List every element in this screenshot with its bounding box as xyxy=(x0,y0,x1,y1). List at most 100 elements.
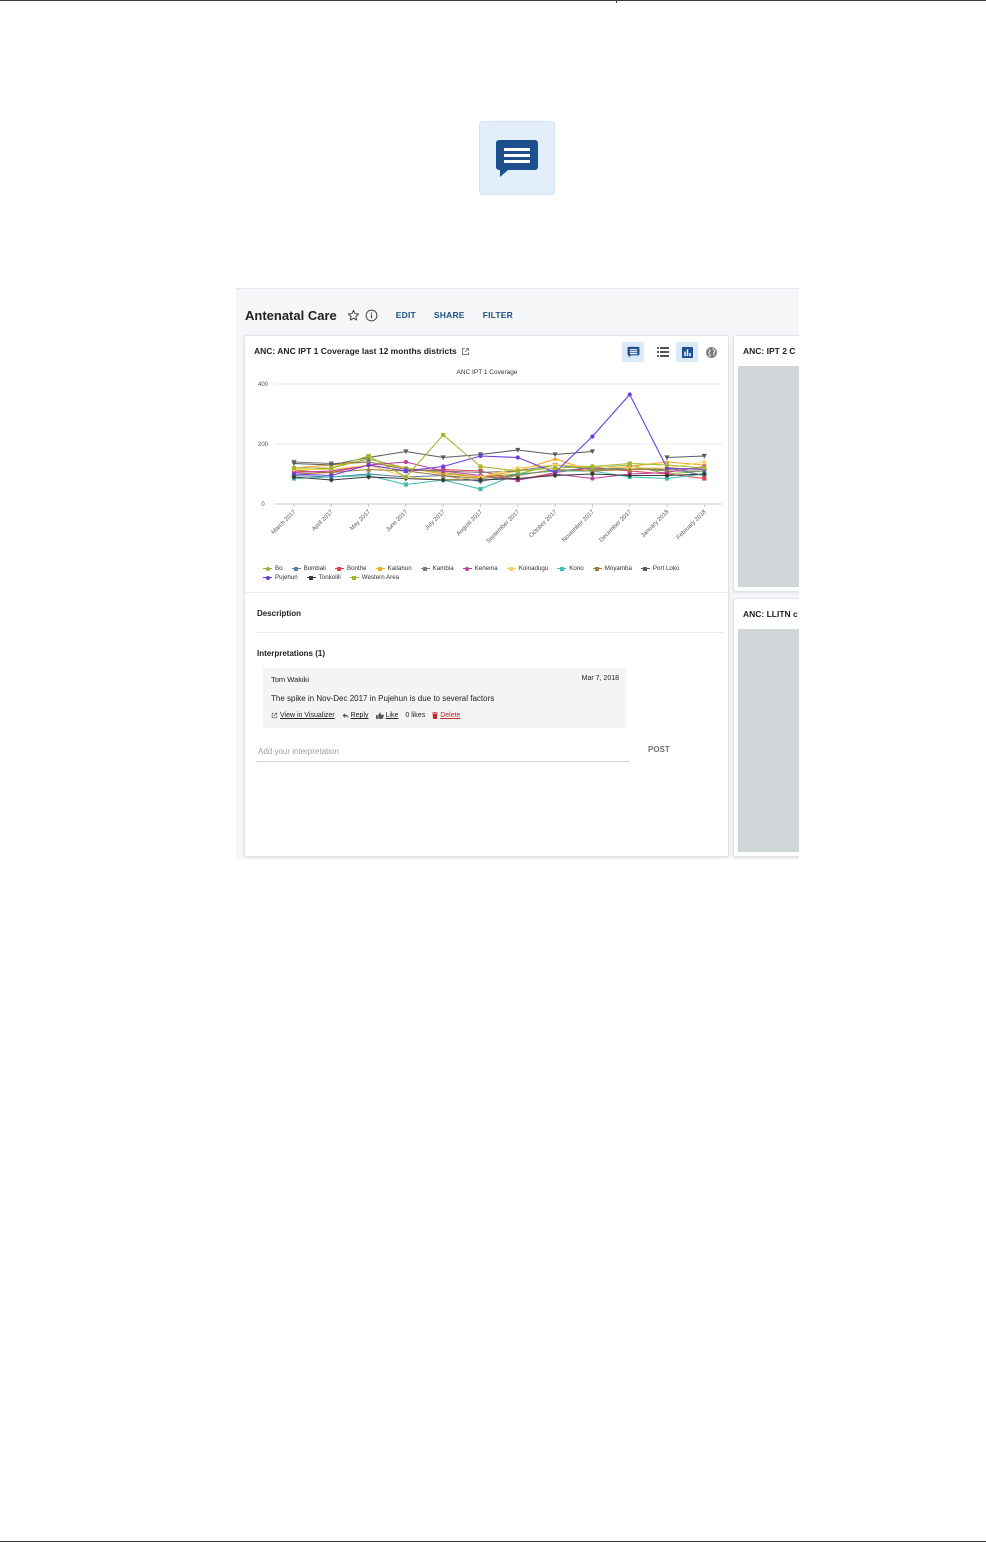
data-point[interactable] xyxy=(478,464,483,469)
data-point[interactable] xyxy=(403,468,408,474)
view-as-map-button[interactable] xyxy=(700,342,722,362)
description-divider xyxy=(257,632,724,633)
legend-label: Koinadugu xyxy=(518,565,549,572)
delete-label: Delete xyxy=(440,712,461,719)
delete-link[interactable]: Delete xyxy=(432,712,460,719)
chart-legend: Bo Bombali Bonthe Kailahun Kambia Kenema Koina… xyxy=(263,565,723,581)
star-icon[interactable] xyxy=(347,309,360,322)
like-label: Like xyxy=(385,712,399,719)
data-point[interactable] xyxy=(441,432,446,438)
like-link[interactable]: Like xyxy=(375,712,399,719)
filter-button[interactable]: FILTER xyxy=(483,310,513,320)
legend-swatch xyxy=(334,566,344,572)
data-point[interactable] xyxy=(515,455,520,460)
data-point[interactable] xyxy=(366,453,371,459)
reply-link[interactable]: Reply xyxy=(342,712,369,719)
legend-swatch xyxy=(462,566,472,572)
view-as-chart-button[interactable] xyxy=(676,342,698,362)
thumbs-up-icon xyxy=(375,712,384,719)
side-item-title: ANC: LLITN c xyxy=(743,609,798,619)
legend-item[interactable]: Bonthe xyxy=(334,565,367,572)
chart-title: ANC IPT 1 Coverage xyxy=(457,369,518,376)
interpretations-toggle-button[interactable] xyxy=(622,342,644,362)
dashboard-item-main: ANC: ANC IPT 1 Coverage last 12 months d… xyxy=(244,335,729,857)
interpretation-actions: View in Visualizer Reply Like 0 likes De… xyxy=(271,712,467,719)
legend-label: Bonthe xyxy=(346,565,367,572)
legend-item[interactable]: Pujehun xyxy=(263,574,298,581)
x-tick-label: October 2017 xyxy=(529,509,559,539)
data-point[interactable] xyxy=(664,462,670,468)
x-tick-label: July 2017 xyxy=(424,509,447,532)
legend-item[interactable]: Kono xyxy=(557,565,584,572)
legend-swatch xyxy=(420,566,430,572)
data-point[interactable] xyxy=(553,465,558,471)
page-bottom-rule xyxy=(0,1541,986,1542)
data-point[interactable] xyxy=(627,461,632,466)
legend-swatch xyxy=(349,575,359,581)
edit-button[interactable]: EDIT xyxy=(396,310,416,320)
interpretation-date: Mar 7, 2018 xyxy=(581,675,619,682)
legend-label: Moyamba xyxy=(604,565,632,572)
data-point[interactable] xyxy=(515,468,520,474)
data-point[interactable] xyxy=(702,476,707,481)
data-point[interactable] xyxy=(590,434,595,439)
dashboard-header: Antenatal Care EDIT SHARE FILTER xyxy=(245,305,513,325)
interpretations-small-icon xyxy=(627,346,639,358)
interpretations-title: Interpretations (1) xyxy=(257,649,326,658)
data-point[interactable] xyxy=(701,459,707,465)
data-point[interactable] xyxy=(478,486,483,492)
legend-item[interactable]: Moyamba xyxy=(592,565,632,572)
data-point[interactable] xyxy=(441,468,446,474)
x-tick-label: December 2017 xyxy=(599,509,634,544)
y-tick-label: 400 xyxy=(258,382,269,388)
legend-item[interactable]: Western Area xyxy=(349,574,399,581)
data-point[interactable] xyxy=(403,459,408,465)
legend-swatch xyxy=(592,566,602,572)
legend-label: Port Loko xyxy=(652,565,680,572)
legend-label: Tonkolili xyxy=(318,574,341,581)
interpretation-user: Tom Wakiki xyxy=(271,675,310,684)
legend-item[interactable]: Bombali xyxy=(291,565,326,572)
data-point[interactable] xyxy=(702,465,707,471)
data-point[interactable] xyxy=(329,473,334,478)
trash-icon xyxy=(432,712,439,719)
view-as-table-button[interactable] xyxy=(652,342,674,362)
external-link-icon[interactable] xyxy=(461,347,470,356)
data-point[interactable] xyxy=(627,392,632,397)
data-point[interactable] xyxy=(403,474,408,480)
legend-item[interactable]: Koinadugu xyxy=(506,565,549,572)
data-point[interactable] xyxy=(366,462,371,468)
post-button[interactable]: POST xyxy=(648,745,670,754)
legend-swatch xyxy=(557,566,567,572)
y-tick-label: 0 xyxy=(261,502,265,508)
data-point[interactable] xyxy=(291,465,297,471)
data-point[interactable] xyxy=(403,482,408,487)
dashboard-screenshot: Antenatal Care EDIT SHARE FILTER ANC: AN… xyxy=(236,288,799,859)
page-top-notch xyxy=(616,0,617,3)
data-point[interactable] xyxy=(329,465,334,471)
data-point[interactable] xyxy=(478,453,483,459)
side-item-placeholder xyxy=(738,366,799,587)
likes-count: 0 likes xyxy=(405,712,426,719)
share-button[interactable]: SHARE xyxy=(434,310,465,320)
view-in-visualizer-link[interactable]: View in Visualizer xyxy=(271,712,335,719)
x-tick-label: June 2017 xyxy=(385,509,410,534)
side-item-title: ANC: IPT 2 C xyxy=(743,346,796,356)
data-point[interactable] xyxy=(590,464,595,469)
legend-label: Kambia xyxy=(432,565,454,572)
info-icon[interactable] xyxy=(365,309,378,322)
legend-item[interactable]: Kenema xyxy=(462,565,498,572)
data-point[interactable] xyxy=(590,476,595,481)
interpretation-card: Tom Wakiki Mar 7, 2018 The spike in Nov-… xyxy=(263,668,626,728)
dashboard-item-llitn: ANC: LLITN c xyxy=(733,598,799,857)
legend-item[interactable]: Port Loko xyxy=(640,565,680,572)
description-title: Description xyxy=(257,609,302,618)
legend-item[interactable]: Tonkolili xyxy=(306,574,341,581)
legend-item[interactable]: Kambia xyxy=(420,565,454,572)
legend-label: Bo xyxy=(275,565,283,572)
legend-item[interactable]: Kailahun xyxy=(375,565,412,572)
data-point[interactable] xyxy=(441,464,446,469)
legend-item[interactable]: Bo xyxy=(263,565,283,572)
x-tick-label: August 2017 xyxy=(456,509,485,538)
interpretation-input[interactable] xyxy=(257,742,630,762)
